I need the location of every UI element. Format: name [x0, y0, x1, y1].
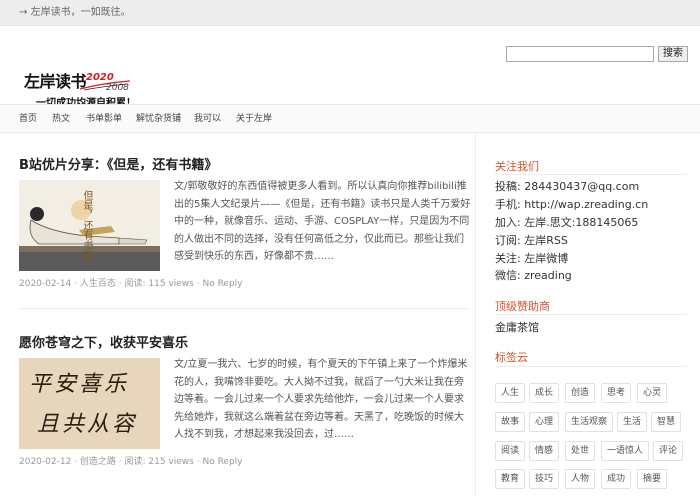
tags-title: 标签云 [495, 351, 528, 364]
tag-item[interactable]: 思考 [601, 383, 631, 403]
nav-item-home[interactable]: 首页 [19, 105, 37, 133]
tag-item[interactable]: 故事 [495, 412, 525, 432]
tag-item[interactable]: 阅读 [495, 441, 525, 461]
follow-title: 关注我们 [495, 160, 539, 173]
follow-row[interactable]: 微信: zreading [495, 267, 572, 283]
tag-item[interactable]: 人生 [495, 383, 525, 403]
tag-item[interactable]: 心灵 [637, 383, 667, 403]
nav-item-booklist[interactable]: 书单影单 [86, 105, 122, 133]
tag-item[interactable]: 成功 [601, 469, 631, 489]
sponsor-title: 顶级赞助商 [495, 300, 550, 313]
post-excerpt: 文/立夏一我六、七岁的时候，有个夏天的下午镇上来了一个炸爆米花的人，我嘴馋非要吃… [174, 359, 468, 440]
post-reply[interactable]: No Reply [202, 457, 242, 467]
tagline: 左岸读书，一如既往。 [30, 7, 131, 18]
divider [19, 308, 469, 309]
tag-item[interactable]: 一语惊人 [601, 441, 649, 461]
post-list: B站优片分享：《但是，还有书籍》 但是，还有书籍 文/郭敬敬好的东西值得被更多人… [0, 134, 476, 496]
search-input[interactable] [506, 46, 654, 62]
tag-item[interactable]: 评论 [653, 441, 683, 461]
post-item: 愿你苍穹之下，收获平安喜乐 平安喜乐 且共从容 文/立夏一我六、七岁的时候，有个… [19, 332, 469, 467]
post-category[interactable]: 人生百态 [80, 279, 116, 289]
post-title[interactable]: 愿你苍穹之下，收获平安喜乐 [19, 332, 469, 351]
top-bar: → 左岸读书，一如既往。 [0, 0, 700, 26]
post-reply[interactable]: No Reply [202, 279, 242, 289]
post-views: 阅读: 215 views [124, 457, 194, 467]
thumbnail-caption: 但是，还有书籍 [81, 190, 92, 260]
post-thumbnail[interactable]: 平安喜乐 且共从容 [19, 358, 160, 449]
tag-item[interactable]: 创造 [565, 383, 595, 403]
tag-item[interactable]: 人物 [565, 469, 595, 489]
thumbnail-calligraphy-line2: 且共从容 [37, 412, 138, 437]
logo-title: 左岸读书 [24, 72, 87, 91]
post-item: B站优片分享：《但是，还有书籍》 但是，还有书籍 文/郭敬敬好的东西值得被更多人… [19, 154, 470, 289]
post-meta: 2020-02-12 · 创造之路 · 阅读: 215 views · No R… [19, 457, 243, 467]
tag-item[interactable]: 摘要 [637, 469, 667, 489]
sponsor-link[interactable]: 金庸茶馆 [495, 319, 539, 335]
tag-item[interactable]: 生活 [617, 412, 647, 432]
follow-row[interactable]: 手机: http://wap.zreading.cn [495, 196, 648, 212]
search-button[interactable]: 搜索 [658, 46, 688, 62]
arrow-icon: → [19, 7, 28, 18]
follow-row[interactable]: 订阅: 左岸RSS [495, 232, 568, 248]
tag-item[interactable]: 成长 [529, 383, 559, 403]
post-meta: 2020-02-14 · 人生百态 · 阅读: 115 views · No R… [19, 279, 243, 289]
post-date: 2020-02-12 [19, 457, 72, 467]
follow-row[interactable]: 加入: 左岸.思文:188145065 [495, 214, 638, 230]
nav-item-hot[interactable]: 热文 [52, 105, 70, 133]
post-excerpt: 文/郭敬敬好的东西值得被更多人看到。所以认真向你推荐bilibili推出的5集人… [174, 181, 471, 262]
divider [495, 174, 687, 175]
divider [495, 366, 687, 367]
post-thumbnail[interactable]: 但是，还有书籍 [19, 180, 160, 271]
post-date: 2020-02-14 [19, 279, 72, 289]
post-views: 阅读: 115 views [124, 279, 194, 289]
post-title[interactable]: B站优片分享：《但是，还有书籍》 [19, 154, 469, 173]
follow-row[interactable]: 投稿: 284430437@qq.com [495, 178, 639, 194]
tag-item[interactable]: 情感 [529, 441, 559, 461]
nav-item-grocery[interactable]: 解忧杂货铺 [136, 105, 181, 133]
tag-item[interactable]: 技巧 [529, 469, 559, 489]
sidebar: 关注我们 投稿: 284430437@qq.com 手机: http://wap… [477, 134, 700, 496]
main-nav: 首页 热文 书单影单 解忧杂货铺 我可以 关于左岸 [0, 104, 700, 133]
site-header: 左岸读书 2020 2008 一切成功均源自积累！ [0, 26, 700, 109]
tag-item[interactable]: 教育 [495, 469, 525, 489]
tag-item[interactable]: 处世 [565, 441, 595, 461]
thumbnail-calligraphy-line1: 平安喜乐 [29, 372, 130, 397]
nav-item-ican[interactable]: 我可以 [194, 105, 221, 133]
tag-item[interactable]: 智慧 [651, 412, 681, 432]
divider [495, 314, 687, 315]
tag-item[interactable]: 生活观察 [565, 412, 613, 432]
follow-row[interactable]: 关注: 左岸微博 [495, 250, 568, 266]
tag-item[interactable]: 心理 [529, 412, 559, 432]
post-category[interactable]: 创造之路 [80, 457, 116, 467]
nav-item-about[interactable]: 关于左岸 [236, 105, 272, 133]
logo-year-old: 2008 [106, 83, 129, 93]
